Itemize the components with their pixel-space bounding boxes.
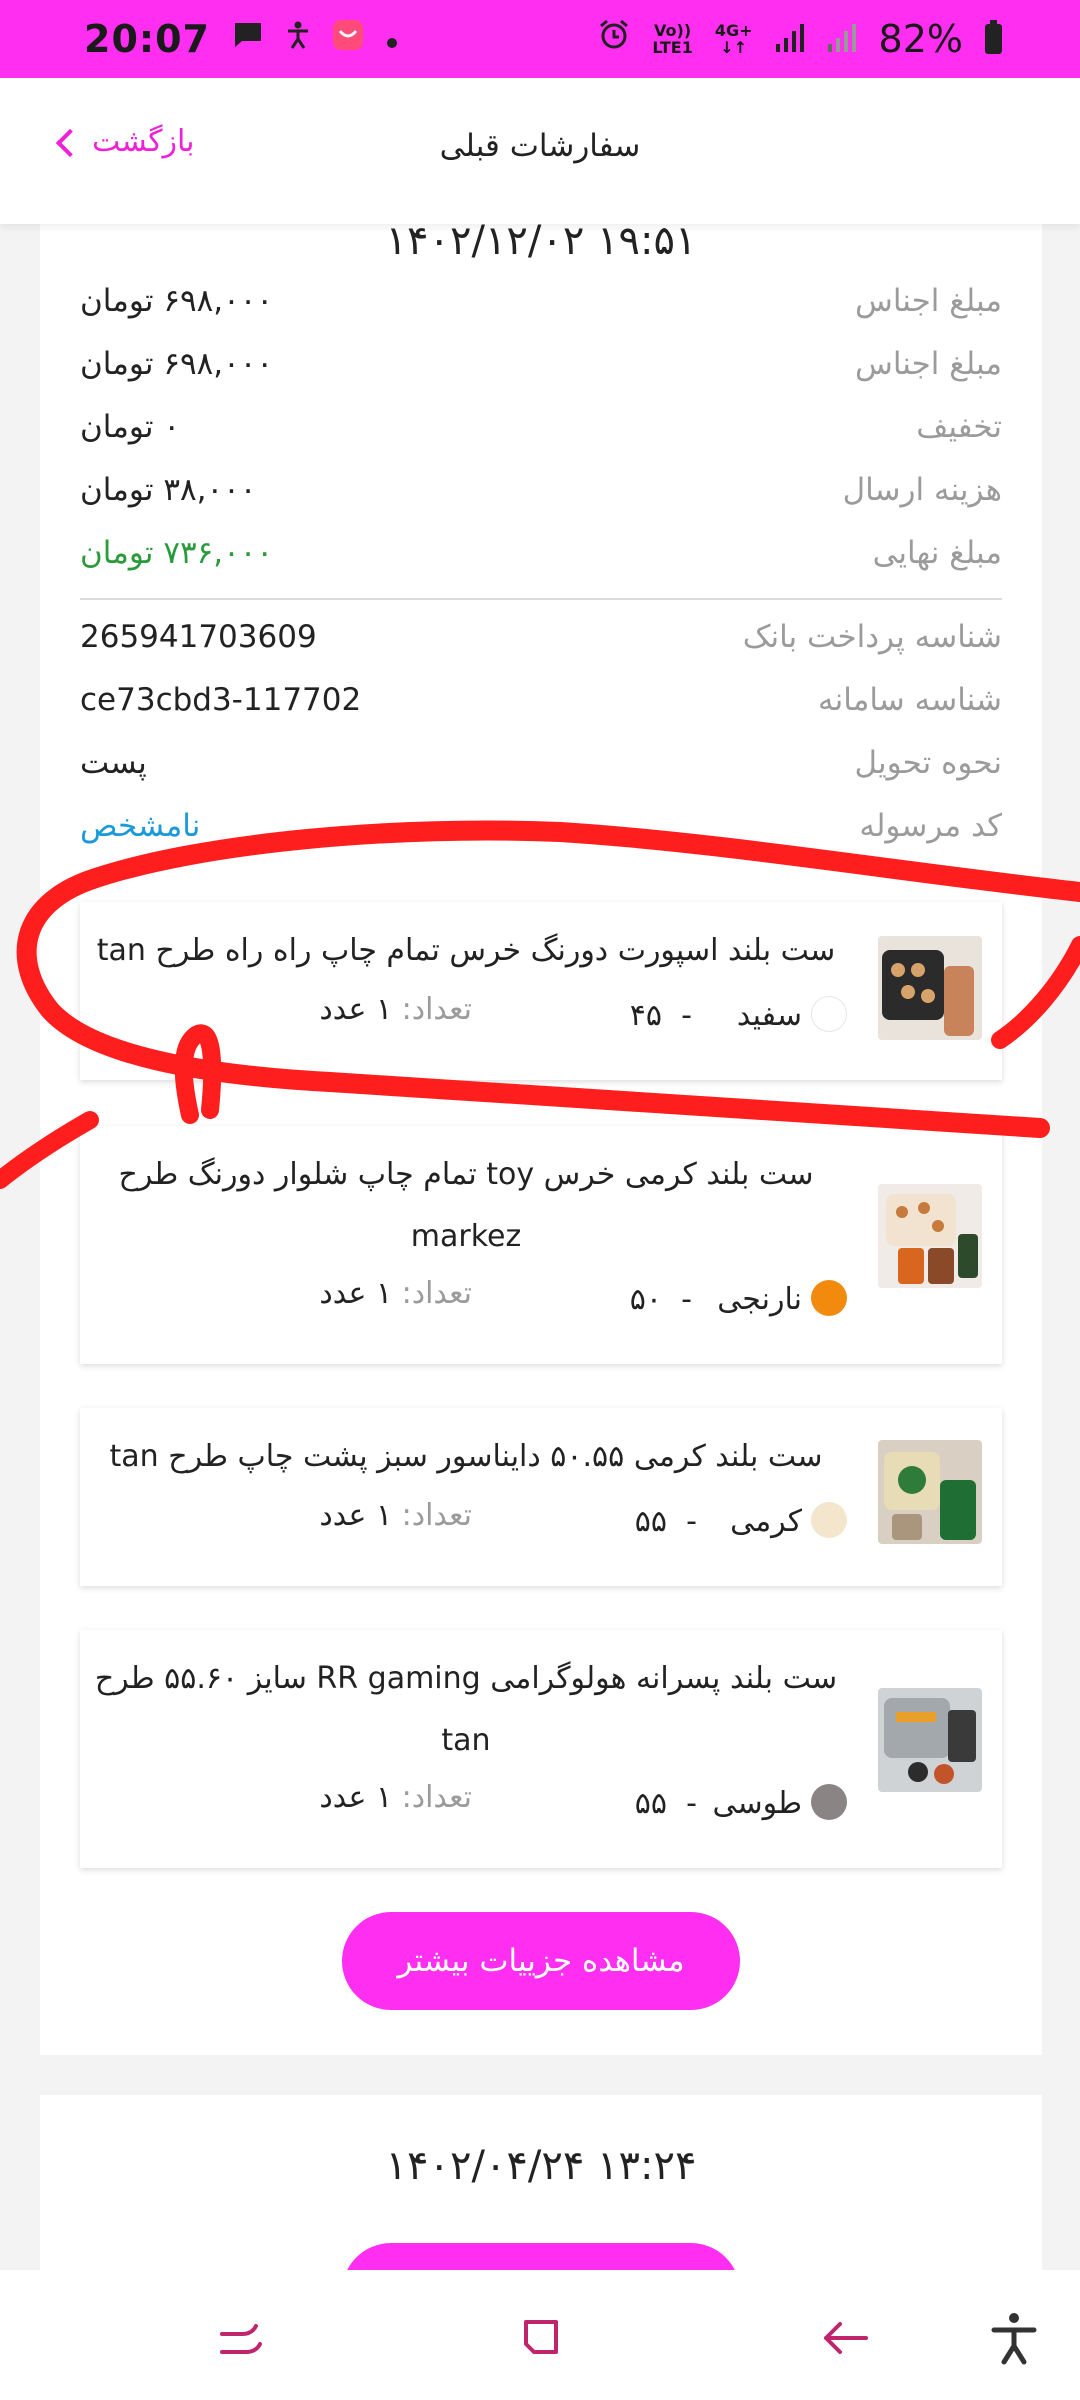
quantity-label: تعداد: — [401, 1780, 472, 1815]
row-label: نحوه تحویل — [854, 745, 1002, 781]
quantity-value: ۱ عدد — [319, 1498, 393, 1533]
order-item[interactable]: ست بلند کرمی ۵۰.۵۵ دایناسور سبز پشت چاپ … — [80, 1408, 1002, 1586]
divider — [80, 598, 1002, 600]
color-swatch — [811, 996, 847, 1032]
view-details-button[interactable]: مشاهده جزییات بیشتر — [342, 1912, 740, 2010]
row-value: ce73cbd3-117702 — [80, 682, 362, 718]
network-type: 4G+ ↓↑ — [715, 22, 753, 56]
size-value: ۵۵ — [634, 1504, 667, 1539]
color-swatch — [811, 1502, 847, 1538]
row-label: کد مرسوله — [859, 808, 1002, 844]
quantity: تعداد: ۱ عدد — [319, 1780, 472, 1815]
row-label: شناسه سامانه — [818, 682, 1002, 718]
status-bar: 20:07 Vo)) LTE1 4G+ ↓↑ 82% — [0, 0, 1080, 78]
row-value: ۶۹۸,۰۰۰ تومان — [80, 346, 274, 382]
volte-indicator: Vo)) LTE1 — [652, 22, 693, 56]
size-value: ۵۰ — [629, 1282, 662, 1317]
summary-row: مبلغ اجناس ۶۹۸,۰۰۰ تومان — [80, 283, 1002, 333]
product-title: ست بلند پسرانه هولوگرامی RR gaming سایز … — [94, 1661, 838, 1758]
row-value: 265941703609 — [80, 619, 317, 655]
row-value: ۳۸,۰۰۰ تومان — [80, 472, 257, 508]
final-amount: ۷۳۶,۰۰۰ تومان — [80, 535, 274, 571]
data-arrows-icon: ↓↑ — [720, 38, 748, 57]
order-date: ۱۴۰۲/۱۲/۰۲ ۱۹:۵۱ — [385, 218, 697, 264]
size-separator: - — [686, 1504, 697, 1539]
row-value: ۶۹۸,۰۰۰ تومان — [80, 283, 274, 319]
system-nav-bar — [0, 2270, 1080, 2400]
order-card: ۱۴۰۲/۱۲/۰۲ ۱۹:۵۱ مبلغ اجناس ۶۹۸,۰۰۰ توما… — [40, 170, 1042, 2055]
size-separator: - — [686, 1786, 697, 1821]
product-image — [878, 936, 982, 1040]
app-notification-icon — [332, 19, 364, 59]
back-arrow-icon[interactable] — [816, 2308, 876, 2368]
order-card: ۱۴۰۲/۰۴/۲۴ ۱۳:۲۴ — [40, 2095, 1042, 2303]
quantity: تعداد: ۱ عدد — [319, 1276, 472, 1311]
status-time: 20:07 — [84, 17, 210, 61]
recents-icon[interactable] — [212, 2308, 272, 2368]
color-name: سفید — [736, 998, 802, 1033]
product-image — [878, 1184, 982, 1288]
status-right: Vo)) LTE1 4G+ ↓↑ 82% — [598, 17, 1002, 61]
info-row: شناسه پرداخت بانک 265941703609 — [80, 619, 1002, 669]
signal-2-icon — [827, 17, 857, 61]
summary-row: تخفیف ۰ تومان — [80, 409, 1002, 459]
info-row: نحوه تحویل پست — [80, 745, 1002, 795]
quantity-label: تعداد: — [401, 992, 472, 1027]
color-name: طوسی — [712, 1786, 802, 1821]
info-row: کد مرسوله نامشخص — [80, 808, 1002, 858]
order-item[interactable]: ست بلند پسرانه هولوگرامی RR gaming سایز … — [80, 1630, 1002, 1868]
color-name: نارنجی — [717, 1282, 802, 1317]
size-value: ۵۵ — [634, 1786, 667, 1821]
product-title: ست بلند اسپورت دورنگ خرس تمام چاپ راه را… — [96, 933, 836, 968]
color-name: کرمی — [730, 1504, 802, 1539]
volte-bottom: LTE1 — [652, 38, 693, 57]
color-swatch — [811, 1784, 847, 1820]
product-title: ست بلند کرمی خرس toy تمام چاپ شلوار دورن… — [118, 1157, 814, 1254]
size-separator: - — [681, 1282, 692, 1317]
accessibility-icon — [286, 20, 310, 58]
signal-icon — [775, 17, 805, 61]
row-label: شناسه پرداخت بانک — [742, 619, 1002, 655]
quantity: تعداد: ۱ عدد — [319, 1498, 472, 1533]
row-label: مبلغ نهایی — [872, 535, 1002, 571]
alarm-icon — [598, 19, 630, 59]
row-value: پست — [80, 745, 147, 781]
color-swatch — [811, 1280, 847, 1316]
size-separator: - — [681, 998, 692, 1033]
volte-top: Vo)) — [654, 21, 692, 40]
product-image — [878, 1688, 982, 1792]
tracking-code-value: نامشخص — [80, 808, 201, 844]
order-item[interactable]: ست بلند اسپورت دورنگ خرس تمام چاپ راه را… — [80, 902, 1002, 1080]
quantity-value: ۱ عدد — [319, 1276, 393, 1311]
quantity-value: ۱ عدد — [319, 1780, 393, 1815]
row-label: هزینه ارسال — [842, 472, 1002, 508]
product-image — [878, 1440, 982, 1544]
quantity-value: ۱ عدد — [319, 992, 393, 1027]
network-type-label: 4G+ — [714, 21, 753, 40]
row-label: تخفیف — [916, 409, 1002, 445]
battery-icon — [985, 20, 1002, 54]
summary-row: مبلغ نهایی ۷۳۶,۰۰۰ تومان — [80, 535, 1002, 585]
info-row: شناسه سامانه ce73cbd3-117702 — [80, 682, 1002, 732]
row-label: مبلغ اجناس — [855, 283, 1002, 319]
accessibility-nav-icon[interactable] — [984, 2308, 1044, 2368]
app-header: بازگشت سفارشات قبلی — [0, 78, 1080, 224]
order-item[interactable]: ست بلند کرمی خرس toy تمام چاپ شلوار دورن… — [80, 1126, 1002, 1364]
dot-icon — [386, 22, 398, 57]
summary-row: هزینه ارسال ۳۸,۰۰۰ تومان — [80, 472, 1002, 522]
row-label: مبلغ اجناس — [855, 346, 1002, 382]
page-title: سفارشات قبلی — [439, 128, 641, 164]
row-value: ۰ تومان — [80, 409, 180, 445]
product-title: ست بلند کرمی ۵۰.۵۵ دایناسور سبز پشت چاپ … — [109, 1439, 823, 1474]
quantity: تعداد: ۱ عدد — [319, 992, 472, 1027]
home-icon[interactable] — [512, 2308, 572, 2368]
summary-row: مبلغ اجناس ۶۹۸,۰۰۰ تومان — [80, 346, 1002, 396]
quantity-label: تعداد: — [401, 1498, 472, 1533]
order-date: ۱۴۰۲/۰۴/۲۴ ۱۳:۲۴ — [385, 2143, 697, 2189]
quantity-label: تعداد: — [401, 1276, 472, 1311]
battery-percent: 82% — [878, 17, 963, 61]
status-left: 20:07 — [84, 17, 398, 61]
message-icon — [232, 20, 264, 58]
size-value: ۴۵ — [629, 998, 662, 1033]
